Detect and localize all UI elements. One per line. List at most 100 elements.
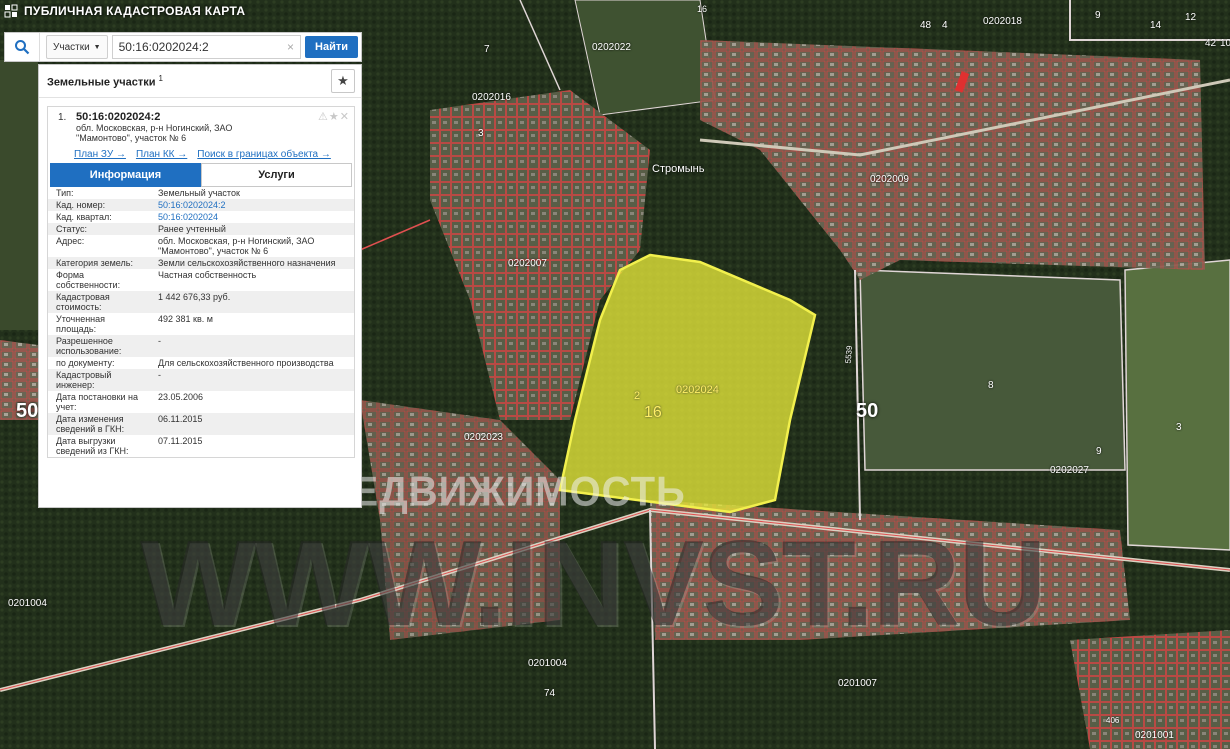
attribute-key: Кадастровая стоимость: (48, 291, 150, 313)
attribute-row: Кадастровая стоимость: 1 442 676,33 руб. (48, 291, 354, 313)
attribute-key: по документу: (56, 358, 115, 368)
attribute-row: Форма собственности: Частная собственност… (48, 269, 354, 291)
map-label-lot: 14 (1150, 20, 1162, 31)
attribute-row: Дата постановки на учет: 23.05.2006 (48, 391, 354, 413)
attribute-key: Кад. квартал: (56, 212, 112, 222)
attribute-key: Кад. номер: (48, 199, 150, 211)
attribute-row: Уточненная площадь: 492 381 кв. м (48, 313, 354, 335)
attribute-key: Форма собственности: (56, 270, 121, 290)
map-label-lot: 10 (1220, 38, 1230, 49)
attribute-value[interactable]: 50:16:0202024:2 (150, 199, 354, 211)
map-label-quarter: 0201001 (1135, 730, 1174, 741)
plan-kk-link[interactable]: План КК → (136, 149, 187, 160)
map-label-lot: 16 (697, 4, 708, 14)
map-label-lot: 406 (1106, 716, 1120, 725)
map-label-road: 5539 (843, 345, 855, 364)
attribute-row: Тип: Земельный участок (48, 187, 354, 199)
map-label-quarter: 0202007 (508, 258, 547, 269)
attribute-key: Кадастровый инженер: (48, 369, 150, 391)
attribute-key: Тип: (56, 188, 74, 198)
find-button[interactable]: Найти (305, 36, 358, 58)
tab-info[interactable]: Информация (50, 163, 201, 187)
map-label-lot: 74 (544, 688, 556, 699)
result-tabs: Информация Услуги (50, 163, 352, 187)
map-label-lot: 12 (1185, 12, 1197, 23)
chevron-down-icon: ▼ (93, 43, 101, 51)
attribute-key: Дата изменения сведений в ГКН: (48, 413, 150, 435)
map-label-quarter: 0201004 (528, 658, 567, 669)
attributes-table: Тип: Земельный участок Кад. номер: 50:16:02… (48, 187, 354, 457)
result-header[interactable]: 1. 50:16:0202024:2 обл. Московская, р-н … (48, 107, 354, 145)
attribute-key: Адрес: (56, 236, 85, 246)
map-label-quarter: 0202027 (1050, 465, 1089, 476)
search-in-bounds-link[interactable]: Поиск в границах объекта → (197, 149, 331, 160)
search-bar: Участки ▼ 50:16:0202024:2 × Найти (4, 32, 362, 62)
map-label-lot: 7 (484, 44, 490, 55)
attribute-value: Для сельскохозяйственного производства (158, 358, 334, 368)
result-index: 1. (58, 112, 67, 123)
app-header: ПУБЛИЧНАЯ КАДАСТРОВАЯ КАРТА (0, 0, 245, 22)
search-type-label: Участки (53, 41, 90, 53)
results-panel: Земельные участки 1 ★ 1. 50:16:0202024:2… (38, 64, 362, 508)
map-label-quarter: 0201004 (8, 598, 47, 609)
tab-services[interactable]: Услуги (201, 163, 352, 187)
panel-header: Земельные участки 1 ★ (39, 65, 361, 98)
attribute-value: Ранее учтенный (150, 223, 354, 235)
clear-icon[interactable]: × (287, 40, 294, 54)
map-label-quarter: 0202018 (983, 16, 1022, 27)
map-label-quarter: 0202023 (464, 432, 503, 443)
map-label-lot: 3 (1176, 422, 1182, 433)
attribute-row: Разрешенное использование: - (48, 335, 354, 357)
attribute-key: Разрешенное использование: (48, 335, 150, 357)
map-logo-icon[interactable] (4, 4, 18, 18)
map-label-lot: 4 (942, 20, 948, 31)
warning-star-icons[interactable]: ⚠★✕ (318, 110, 350, 123)
map-label-lot: 42 (1205, 38, 1217, 49)
attribute-value: 1 442 676,33 руб. (150, 291, 354, 313)
attribute-row: Кадастровый инженер: - (48, 369, 354, 391)
attribute-row: Кад. квартал: 50:16:0202024 (48, 211, 354, 223)
attribute-value: 07.11.2015 (158, 436, 203, 446)
attribute-key: Статус: (48, 223, 150, 235)
attribute-row: Адрес: обл. Московская, р-н Ногинский, ЗА… (48, 235, 354, 257)
search-query-value: 50:16:0202024:2 (118, 40, 209, 54)
attribute-key: Дата выгрузки сведений из ГКН: (56, 436, 129, 456)
map-label-village: Стромынь (652, 163, 705, 175)
result-card: 1. 50:16:0202024:2 обл. Московская, р-н … (47, 106, 355, 458)
panel-title: Земельные участки 1 (47, 73, 163, 89)
map-label-lot: 3 (478, 128, 484, 139)
result-address-line1: обл. Московская, р-н Ногинский, ЗАО (76, 123, 233, 133)
plan-zu-link[interactable]: План ЗУ → (74, 149, 126, 160)
attribute-key: Дата постановки на учет: (56, 392, 139, 412)
attribute-row: Дата изменения сведений в ГКН: 06.11.2015 (48, 413, 354, 435)
result-address-line2: "Мамонтово", участок № 6 (76, 133, 187, 143)
parcel-quarter-label: 0202024 (676, 384, 719, 396)
attribute-key: Уточненная площадь: (56, 314, 106, 334)
search-type-select[interactable]: Участки ▼ (46, 35, 108, 59)
map-label-lot: 9 (1095, 10, 1101, 21)
result-links: План ЗУ → План КК → Поиск в границах объ… (74, 149, 354, 160)
attribute-row: Статус: Ранее учтенный (48, 223, 354, 235)
map-label-lot: 9 (1096, 446, 1102, 457)
map-label-region: 50 (856, 400, 879, 422)
attribute-value: - (150, 369, 354, 391)
attribute-value: Земли сельскохозяйственного назначения (150, 257, 354, 269)
result-cadastral-number: 50:16:0202024:2 (76, 111, 161, 123)
search-input[interactable]: 50:16:0202024:2 × (111, 35, 302, 59)
map-label-quarter: 0202016 (472, 92, 511, 103)
attribute-row: по документу: Для сельскохозяйственного п… (48, 357, 354, 369)
magnifier-icon[interactable] (5, 33, 40, 61)
map-label-region: 50 (16, 400, 39, 422)
parcel-lot-label: 16 (644, 404, 662, 421)
attribute-key: Категория земель: (48, 257, 150, 269)
attribute-value: 23.05.2006 (158, 392, 204, 402)
watermark-url: WWW.INVST.RU (140, 515, 1046, 651)
star-icon: ★ (337, 73, 349, 88)
map-label-quarter: 0201007 (838, 678, 877, 689)
map-label-lot: 48 (920, 20, 932, 31)
attribute-row: Дата выгрузки сведений из ГКН: 07.11.2015 (48, 435, 354, 457)
favorite-button[interactable]: ★ (331, 69, 355, 93)
attribute-value: Частная собственность (158, 270, 257, 280)
attribute-value[interactable]: 50:16:0202024 (150, 211, 354, 223)
parcel-number-label: 2 (634, 390, 641, 402)
